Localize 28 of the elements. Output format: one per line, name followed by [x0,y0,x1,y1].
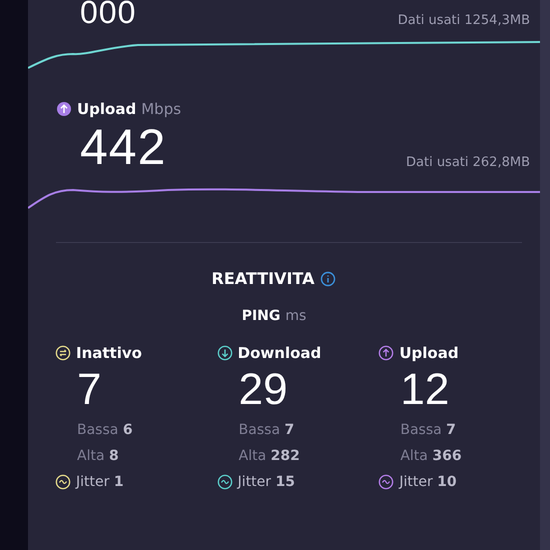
upload-label: Upload [77,100,136,118]
high-ping: Alta 366 [400,448,463,464]
low-ping: Bassa 6 [77,422,134,438]
unit-label: Mbps [141,100,182,118]
ping-label: PING [242,308,280,324]
jitter-value: Jitter 1 [76,474,124,490]
download-speed: 000 [80,0,136,28]
jitter-value: Jitter 10 [399,474,457,490]
low-ping: Bassa 7 [238,422,296,438]
info-icon[interactable] [320,270,336,286]
upload-speed: 442 [80,122,166,172]
ping-type-label: Upload [399,344,459,362]
ping-value: 7 [77,368,102,412]
low-ping: Bassa 7 [400,422,457,438]
high-ping: Alta 282 [238,448,301,464]
ping-type-label: Inattivo [76,344,142,362]
high-ping: Alta 8 [77,448,120,464]
jitter-value: Jitter 15 [238,474,295,490]
section-title: REATTIVITA [212,269,314,288]
ping-value: 29 [238,368,289,412]
jitter-icon [216,474,233,490]
jitter-icon [55,474,71,490]
unit-label: ms [285,308,306,324]
data-used: Dati usati 262,8MB [406,155,530,172]
ping-value: 12 [400,368,450,412]
ping-type-label: Download [238,344,322,362]
data-used: Dati usati 1254,3MB [398,13,530,30]
jitter-icon [378,474,394,490]
